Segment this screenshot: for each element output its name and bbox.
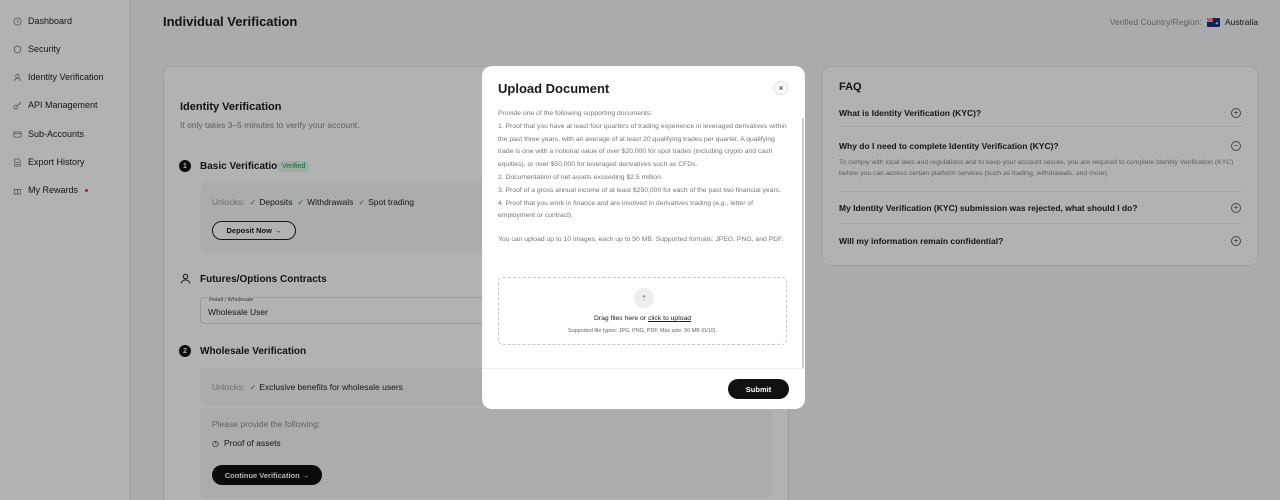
submit-button[interactable]: Submit [728,379,789,399]
requirement-text: 4. Proof that you work in finance and ar… [498,199,754,220]
requirement-text: 1. Proof that you have at least four qua… [498,122,787,169]
modal-body: Provide one of the following supporting … [498,108,788,247]
click-to-upload-link[interactable]: click to upload [648,315,691,322]
requirement-text: 3. Proof of a gross annual income of at … [498,186,781,194]
file-drop-zone[interactable]: ⇡ Drag files here or click to upload Sup… [498,277,787,345]
requirement-text: 2. Documentation of net assets exceeding… [498,173,663,181]
modal-intro: Provide one of the following supporting … [498,110,653,117]
drop-text: Drag files here or click to upload [499,315,786,322]
upload-icon: ⇡ [634,288,654,308]
divider [482,368,805,369]
close-icon[interactable]: × [774,81,788,95]
modal-scrollbar[interactable] [802,118,804,368]
drop-subtext: Supported file types: JPG, PNG, PDF. Max… [568,328,717,334]
upload-document-modal: Upload Document × Provide one of the fol… [482,66,805,409]
modal-title: Upload Document [498,81,610,96]
upload-note: You can upload up to 10 images, each up … [498,236,784,244]
drop-prefix: Drag files here or [593,315,648,322]
